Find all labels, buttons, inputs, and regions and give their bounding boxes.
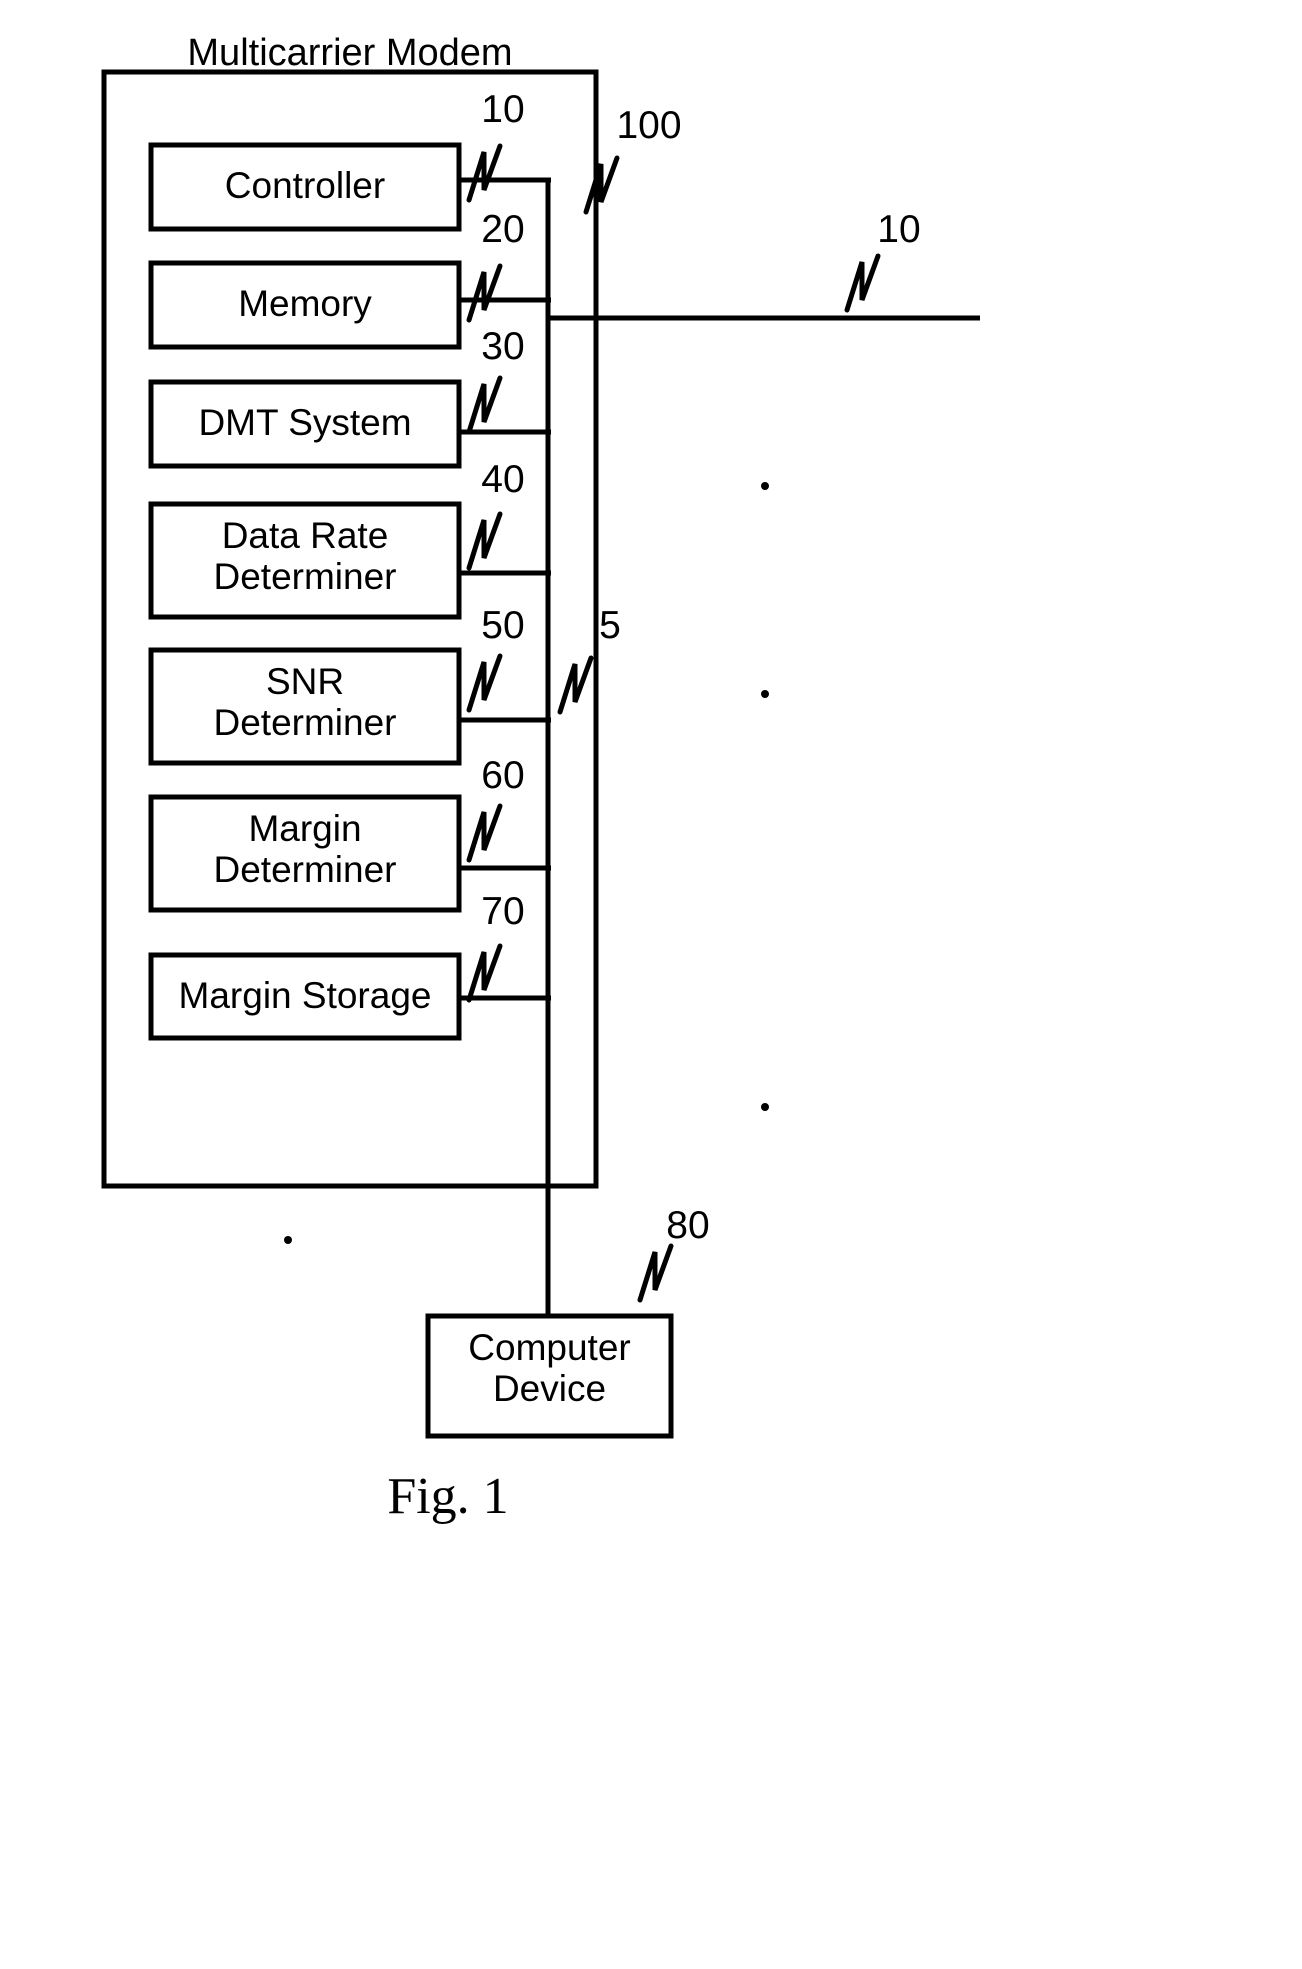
ref-number-30-dmt-system: 30 — [481, 325, 525, 368]
squiggle-40-data-rate — [466, 511, 503, 571]
block-label-margin-storage: Margin Storage — [178, 975, 432, 1016]
scan-dot-4 — [284, 1236, 292, 1244]
block-label-memory: Memory — [238, 283, 372, 324]
block-label-dmt-system: DMT System — [198, 402, 412, 443]
squiggle-10-controller — [466, 143, 503, 203]
squiggle-5-bus — [557, 655, 594, 715]
patent-figure: Multicarrier Modem Controller Memory DMT… — [0, 0, 1302, 1969]
squiggle-80-computer-device — [637, 1243, 674, 1303]
scan-dot-2 — [761, 690, 769, 698]
ref-number-5-bus: 5 — [599, 604, 621, 647]
ref-number-80-computer-device: 80 — [666, 1204, 710, 1247]
squiggle-10-external — [844, 253, 881, 313]
figure-caption: Fig. 1 — [387, 1468, 509, 1525]
ref-number-10-external-line: 10 — [877, 208, 921, 251]
scan-dot-3 — [761, 1103, 769, 1111]
squiggle-20-memory — [466, 263, 503, 323]
ref-number-40-data-rate-determiner: 40 — [481, 458, 525, 501]
figure-title: Multicarrier Modem — [187, 32, 513, 74]
squiggle-60-margin-det — [466, 803, 503, 863]
ref-number-60-margin-determiner: 60 — [481, 754, 525, 797]
squiggle-30-dmt — [466, 375, 503, 435]
block-label-snr-determiner: SNR Determiner — [213, 661, 397, 744]
squiggle-70-margin-storage — [466, 943, 503, 1003]
squiggle-50-snr — [466, 653, 503, 713]
squiggle-100-enclosure — [583, 155, 620, 215]
block-label-margin-determiner: Margin Determiner — [213, 808, 397, 891]
ref-number-50-snr-determiner: 50 — [481, 604, 525, 647]
ref-number-100-enclosure: 100 — [616, 104, 682, 147]
block-label-computer-device: Computer Device — [468, 1327, 631, 1410]
ref-number-70-margin-storage: 70 — [481, 890, 525, 933]
block-label-controller: Controller — [224, 165, 386, 206]
ref-number-10-controller: 10 — [481, 88, 525, 131]
scan-dot-1 — [761, 482, 769, 490]
ref-number-20-memory: 20 — [481, 208, 525, 251]
block-label-data-rate-determiner: Data Rate Determiner — [213, 515, 397, 598]
